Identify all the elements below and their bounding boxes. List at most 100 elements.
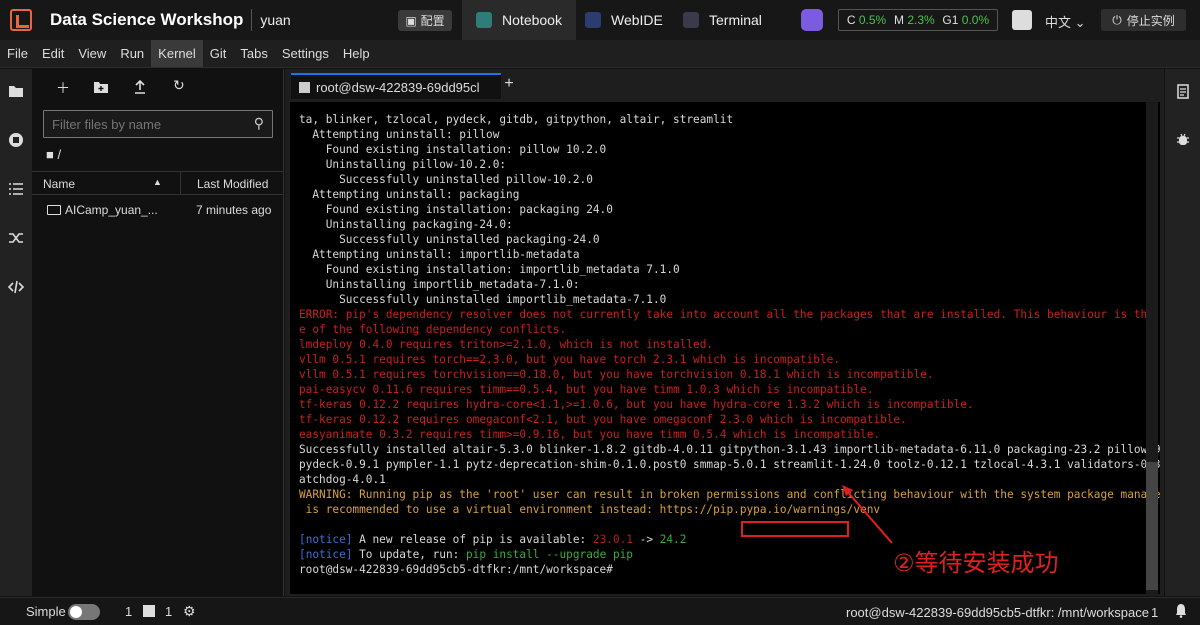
gpu-label: G1 bbox=[942, 13, 959, 27]
menu-help[interactable]: Help bbox=[336, 40, 377, 67]
notice-text: A new release of pip is available: bbox=[352, 533, 593, 546]
code-icon[interactable] bbox=[8, 279, 24, 295]
file-row[interactable]: AICamp_yuan_... 7 minutes ago bbox=[32, 199, 284, 221]
folder-icon[interactable] bbox=[8, 83, 24, 99]
terminal-line: lmdeploy 0.4.0 requires triton>=2.1.0, w… bbox=[299, 338, 714, 351]
terminal-line: Attempting uninstall: importlib-metadata bbox=[299, 248, 580, 261]
mem-usage: 2.3% bbox=[907, 13, 935, 27]
file-search-input[interactable] bbox=[52, 117, 242, 132]
terminal-line: e of the following dependency conflicts. bbox=[299, 323, 567, 336]
user-name: yuan bbox=[260, 12, 291, 28]
terminal-line: ERROR: pip's dependency resolver does no… bbox=[299, 308, 1160, 321]
power-icon: ⏻ bbox=[1112, 12, 1122, 27]
app-title: Data Science Workshop bbox=[50, 10, 244, 29]
terminal-tab-title: root@dsw-422839-69dd95cl bbox=[316, 80, 480, 95]
menu-file[interactable]: File bbox=[0, 40, 35, 67]
config-button[interactable]: ▣ 配置 bbox=[398, 10, 452, 31]
terminal-line: Found existing installation: importlib_m… bbox=[299, 263, 680, 276]
notification-count[interactable]: 1 bbox=[1151, 605, 1158, 620]
terminal-output[interactable]: ta, blinker, tzlocal, pydeck, gitdb, git… bbox=[290, 102, 1160, 594]
upload-icon[interactable] bbox=[134, 80, 146, 94]
terminal-line: Uninstalling packaging-24.0: bbox=[299, 218, 513, 231]
language-select[interactable]: 中文 ⌄ bbox=[1045, 12, 1086, 31]
mem-label: M bbox=[893, 13, 904, 27]
gear-icon[interactable]: ⚙ bbox=[183, 603, 196, 620]
menu-run[interactable]: Run bbox=[113, 40, 151, 67]
debugger-icon[interactable] bbox=[1176, 132, 1190, 146]
sort-ascending-icon[interactable]: ▲ bbox=[153, 177, 162, 187]
menu-edit[interactable]: Edit bbox=[35, 40, 71, 67]
scrollbar-thumb[interactable] bbox=[1146, 462, 1158, 590]
stop-instance-label: 停止实例 bbox=[1126, 13, 1175, 28]
terminal-icon bbox=[683, 12, 699, 28]
terminal-line: Attempting uninstall: packaging bbox=[299, 188, 520, 201]
new-tab-button[interactable]: + bbox=[497, 75, 521, 97]
terminal-line: pai-easycv 0.11.6 requires timm==0.5.4, … bbox=[299, 383, 874, 396]
notebook-icon bbox=[476, 12, 493, 28]
document-tab-bar: root@dsw-422839-69dd95cl + bbox=[285, 69, 1164, 99]
new-launcher-icon[interactable]: ＋ bbox=[56, 78, 70, 98]
terminal-text: ta, blinker, tzlocal, pydeck, gitdb, git… bbox=[299, 112, 1160, 577]
terminal-line: vllm 0.5.1 requires torch==2.3.0, but yo… bbox=[299, 353, 840, 366]
highlight-box bbox=[741, 521, 849, 537]
avatar[interactable] bbox=[1012, 10, 1032, 30]
property-inspector-icon[interactable] bbox=[1176, 83, 1190, 99]
simple-mode-label: Simple bbox=[26, 604, 66, 619]
running-kernels-icon[interactable] bbox=[8, 132, 24, 148]
pip-old-version: 23.0.1 bbox=[592, 533, 633, 546]
terminal-line: Successfully uninstalled packaging-24.0 bbox=[299, 233, 600, 246]
terminal-count[interactable]: 1 bbox=[165, 604, 172, 619]
notice-arrow: -> bbox=[632, 533, 660, 546]
package-icon: ▣ bbox=[405, 13, 417, 28]
terminal-line: pydeck-0.9.1 pympler-1.1 pytz-deprecatio… bbox=[299, 458, 1160, 471]
column-name[interactable]: Name bbox=[43, 177, 75, 191]
refresh-icon[interactable]: ↻ bbox=[173, 77, 185, 94]
new-folder-icon[interactable] bbox=[94, 81, 108, 93]
menu-kernel[interactable]: Kernel bbox=[151, 40, 203, 67]
tab-notebook[interactable]: Notebook bbox=[462, 0, 576, 40]
status-bar: Simple 1 1 ⚙ root@dsw-422839-69dd95cb5-d… bbox=[0, 597, 1200, 625]
file-list-header: Name ▲ Last Modified bbox=[32, 171, 284, 195]
menu-git[interactable]: Git bbox=[203, 40, 234, 67]
tab-terminal[interactable]: Terminal bbox=[683, 0, 762, 40]
resource-monitor[interactable]: C 0.5% M 2.3% G1 0.0% bbox=[838, 9, 998, 31]
tab-terminal-label: Terminal bbox=[709, 12, 762, 28]
folder-icon bbox=[47, 205, 61, 215]
notice-text: To update, run: bbox=[352, 548, 466, 561]
terminal-line: tf-keras 0.12.2 requires hydra-core<1.1,… bbox=[299, 398, 974, 411]
chevron-down-icon: ⌄ bbox=[1074, 15, 1086, 30]
search-icon[interactable]: ⚲ bbox=[254, 115, 264, 132]
menu-view[interactable]: View bbox=[71, 40, 113, 67]
breadcrumb[interactable]: ■ / bbox=[46, 147, 61, 162]
terminal-line: Successfully installed altair-5.3.0 blin… bbox=[299, 443, 1160, 456]
table-of-contents-icon[interactable] bbox=[8, 181, 24, 197]
terminal-line: Found existing installation: packaging 2… bbox=[299, 203, 613, 216]
menu-tabs[interactable]: Tabs bbox=[233, 40, 274, 67]
terminal-line: ta, blinker, tzlocal, pydeck, gitdb, git… bbox=[299, 113, 734, 126]
file-modified: 7 minutes ago bbox=[196, 203, 272, 217]
bell-icon[interactable] bbox=[1175, 603, 1187, 618]
tab-webide[interactable]: WebIDE bbox=[585, 0, 663, 40]
tab-webide-label: WebIDE bbox=[611, 12, 663, 28]
webide-icon bbox=[585, 12, 601, 28]
right-sidebar bbox=[1165, 69, 1200, 596]
simple-mode-toggle[interactable] bbox=[68, 604, 100, 620]
terminal-line: Found existing installation: pillow 10.2… bbox=[299, 143, 607, 156]
terminal-icon bbox=[299, 82, 310, 93]
tab-terminal-session[interactable]: root@dsw-422839-69dd95cl bbox=[291, 73, 501, 99]
stop-instance-button[interactable]: ⏻ 停止实例 bbox=[1101, 9, 1186, 31]
column-last-modified[interactable]: Last Modified bbox=[180, 172, 284, 194]
terminal-icon[interactable] bbox=[143, 605, 155, 617]
ai-assistant-icon[interactable] bbox=[801, 9, 823, 31]
cpu-usage: 0.5% bbox=[858, 13, 887, 27]
terminal-line: vllm 0.5.1 requires torchvision==0.18.0,… bbox=[299, 368, 934, 381]
git-icon[interactable] bbox=[8, 230, 24, 246]
file-search-box: ⚲ bbox=[43, 110, 273, 138]
app-logo-icon bbox=[10, 9, 32, 31]
terminal-line: Successfully uninstalled importlib_metad… bbox=[299, 293, 667, 306]
terminal-line: Successfully uninstalled pillow-10.2.0 bbox=[299, 173, 593, 186]
menu-settings[interactable]: Settings bbox=[275, 40, 336, 67]
tab-notebook-label: Notebook bbox=[502, 12, 562, 28]
kernel-count[interactable]: 1 bbox=[125, 604, 132, 619]
folder-icon: ■ bbox=[46, 147, 54, 162]
